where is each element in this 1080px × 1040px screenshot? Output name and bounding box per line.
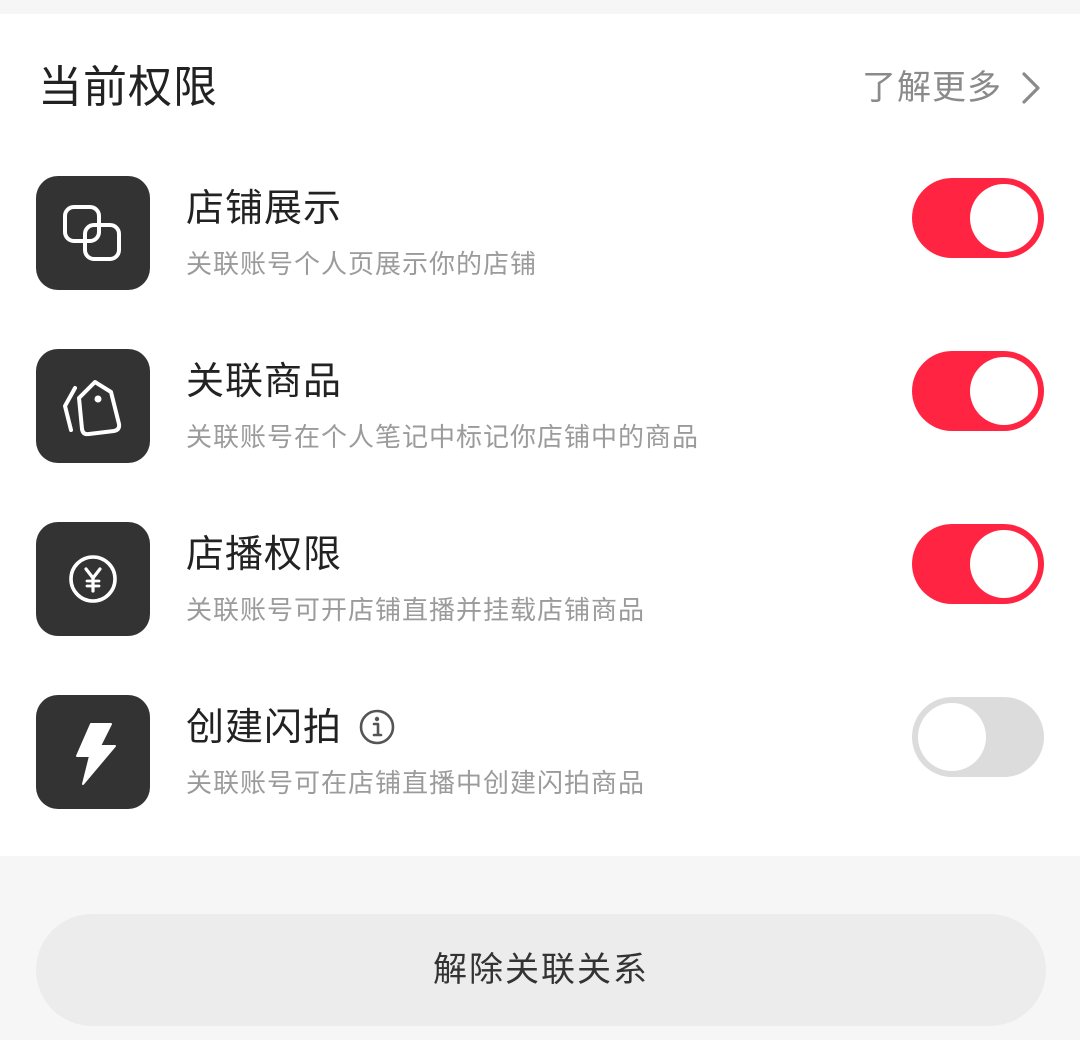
toggle-knob [970, 184, 1038, 252]
permission-title: 创建闪拍 [186, 703, 396, 751]
permission-icon-tile [36, 695, 150, 809]
yuan-coin-icon [69, 555, 117, 603]
permission-title-text: 店播权限 [186, 532, 343, 576]
unlink-button-label: 解除关联关系 [433, 950, 649, 990]
linked-products-toggle[interactable] [912, 351, 1044, 431]
overlapping-squares-icon [63, 205, 121, 261]
permission-icon-tile [36, 349, 150, 463]
permission-title: 店播权限 [186, 530, 342, 578]
unlink-button[interactable]: 解除关联关系 [36, 914, 1046, 1026]
price-tag-icon [63, 380, 122, 437]
permissions-card: 当前权限 了解更多 店铺展示 关联账号个人页展示你的店铺 关联商品 关联账号在个… [0, 14, 1080, 856]
flash-auction-toggle[interactable] [912, 697, 1044, 777]
permission-title-text: 创建闪拍 [186, 705, 343, 749]
permission-description: 关联账号在个人笔记中标记你店铺中的商品 [186, 423, 700, 453]
permissions-header: 当前权限 了解更多 [38, 14, 1042, 164]
permission-description: 关联账号可开店铺直播并挂载店铺商品 [186, 596, 646, 626]
permission-row-flash-auction: 创建闪拍 关联账号可在店铺直播中创建闪拍商品 [36, 695, 1048, 813]
learn-more-label: 了解更多 [862, 68, 1002, 108]
permission-title-text: 关联商品 [186, 359, 343, 403]
permission-title-text: 店铺展示 [186, 186, 343, 230]
chevron-right-icon [1022, 72, 1040, 104]
toggle-knob [970, 357, 1038, 425]
lightning-bolt-icon [76, 723, 116, 785]
page-title: 当前权限 [38, 62, 218, 113]
learn-more-link[interactable]: 了解更多 [862, 66, 1042, 110]
permission-title: 店铺展示 [186, 184, 342, 232]
toggle-knob [970, 530, 1038, 598]
permission-icon-tile [36, 522, 150, 636]
info-icon[interactable] [358, 708, 396, 746]
permission-icon-tile [36, 176, 150, 290]
toggle-knob [918, 703, 986, 771]
permission-row-store-live: 店播权限 关联账号可开店铺直播并挂载店铺商品 [36, 522, 1048, 640]
store-live-toggle[interactable] [912, 524, 1044, 604]
permission-title: 关联商品 [186, 357, 342, 405]
permission-row-linked-products: 关联商品 关联账号在个人笔记中标记你店铺中的商品 [36, 349, 1048, 467]
store-display-toggle[interactable] [912, 178, 1044, 258]
permission-description: 关联账号个人页展示你的店铺 [186, 250, 538, 280]
permission-row-store-display: 店铺展示 关联账号个人页展示你的店铺 [36, 176, 1048, 294]
permission-description: 关联账号可在店铺直播中创建闪拍商品 [186, 769, 646, 799]
